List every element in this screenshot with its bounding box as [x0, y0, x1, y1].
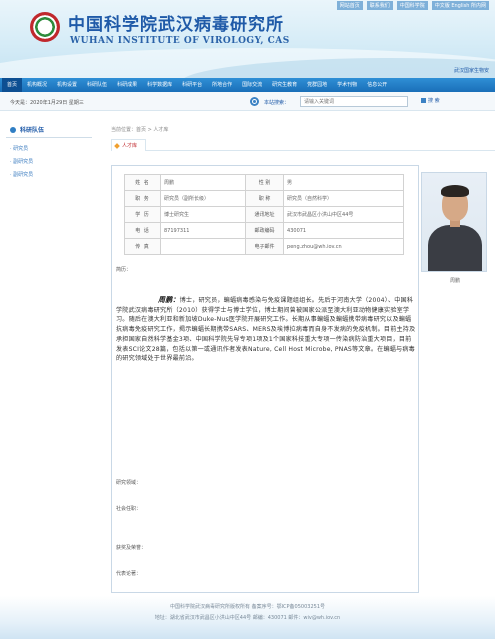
tab-strip: 人才库	[111, 139, 495, 151]
search-button[interactable]: 搜 索	[421, 96, 443, 107]
label-position: 职 务	[124, 190, 161, 207]
footer-address: 地址：湖北省武汉市武昌区小洪山中区44号 邮编：430071 邮件：wiv@wh…	[154, 615, 341, 621]
label-gender: 性 别	[245, 174, 285, 191]
top-link-cas[interactable]: 中国科学院	[396, 1, 428, 10]
table-row: 姓 名 周鹏 性 别 男	[124, 174, 404, 191]
photo-caption: 周鹏	[450, 278, 461, 284]
top-link-contact[interactable]: 联系我们	[366, 1, 393, 10]
site-footer: 中国科学院武汉病毒研究所版权所有 备案序号：鄂ICP备05003251号 地址：…	[0, 596, 495, 639]
main-nav: 首页 机构概况 机构设置 科研队伍 科研成果 科学数据库 科研平台 所地合作 国…	[0, 78, 495, 92]
site-header: 网站首页 联系我们 中国科学院 中文版 English 所内网 中国科学院武汉病…	[0, 0, 495, 78]
sidebar-list: · 研究员 · 副研究员 · 副研究员	[6, 142, 92, 181]
profile-table: 姓 名 周鹏 性 别 男 职 务 研究员（副所长级） 职 称 研究员（自然科学）…	[124, 174, 404, 255]
sidebar: 科研队伍 · 研究员 · 副研究员 · 副研究员	[6, 122, 92, 181]
section-social-positions: 社会任职：	[116, 506, 142, 512]
label-phone: 电 话	[124, 222, 161, 239]
nav-item-education[interactable]: 研究生教育	[267, 78, 302, 92]
value-fax	[159, 238, 247, 255]
nav-item-international[interactable]: 国际交流	[237, 78, 267, 92]
section-resume: 简历：	[116, 267, 132, 273]
search-input[interactable]	[300, 96, 408, 107]
nav-item-database[interactable]: 科学数据库	[142, 78, 177, 92]
value-name: 周鹏	[159, 174, 247, 191]
biosafety-link[interactable]: 武汉国家生物安	[454, 67, 489, 74]
nav-item-journals[interactable]: 学术刊物	[332, 78, 362, 92]
photo-hair	[441, 185, 469, 197]
bullet-icon	[10, 126, 16, 133]
value-education: 博士研究生	[159, 206, 247, 223]
section-research-field: 研究领域：	[116, 480, 142, 486]
sidebar-item-associate-researcher[interactable]: · 副研究员	[6, 155, 92, 168]
profile-photo	[421, 172, 487, 272]
label-education: 学 历	[124, 206, 161, 223]
institute-logo[interactable]	[30, 12, 60, 42]
section-awards: 获奖及荣誉：	[116, 545, 147, 551]
nav-item-structure[interactable]: 机构设置	[52, 78, 82, 92]
sidebar-item-researcher[interactable]: · 研究员	[6, 142, 92, 155]
value-address: 武汉市武昌区小洪山中区44号	[283, 206, 404, 223]
bio-name: 周鹏：	[158, 296, 180, 304]
search-icon	[250, 97, 259, 106]
nav-item-cooperation[interactable]: 所地合作	[207, 78, 237, 92]
search-label: 本站搜索：	[264, 100, 290, 106]
site-title-en: WUHAN INSTITUTE OF VIROLOGY, CAS	[70, 36, 290, 46]
nav-item-platform[interactable]: 科研平台	[177, 78, 207, 92]
current-date: 今天是：2020年1月29日 星期三	[10, 100, 84, 106]
nav-item-about[interactable]: 机构概况	[22, 78, 52, 92]
value-postcode: 430071	[283, 222, 404, 239]
biography-text: 周鹏：博士，研究员，蝙蝠病毒感染与免疫课题组组长。先后于河南大学（2004）、中…	[116, 296, 416, 364]
table-row: 学 历 博士研究生 通讯地址 武汉市武昌区小洪山中区44号	[124, 206, 404, 223]
value-title: 研究员（自然科学）	[283, 190, 404, 207]
photo-shirt	[428, 225, 482, 271]
profile-content: 姓 名 周鹏 性 别 男 职 务 研究员（副所长级） 职 称 研究员（自然科学）…	[111, 165, 419, 593]
footer-copyright: 中国科学院武汉病毒研究所版权所有 备案序号：鄂ICP备05003251号	[169, 604, 326, 610]
tab-talent-pool[interactable]: 人才库	[111, 139, 147, 151]
nav-item-party[interactable]: 党群园地	[302, 78, 332, 92]
nav-item-results[interactable]: 科研成果	[112, 78, 142, 92]
value-email[interactable]: peng.zhou@wh.iov.cn	[283, 238, 404, 255]
value-gender: 男	[283, 174, 404, 191]
nav-item-team[interactable]: 科研队伍	[82, 78, 112, 92]
value-phone: 87197311	[159, 222, 247, 239]
label-address: 通讯地址	[245, 206, 285, 223]
sidebar-title: 科研队伍	[6, 122, 92, 138]
bio-body: 博士，研究员，蝙蝠病毒感染与免疫课题组组长。先后于河南大学（2004）、中国科学…	[116, 297, 416, 363]
top-links: 网站首页 联系我们 中国科学院 中文版 English 所内网	[336, 1, 489, 10]
breadcrumb: 当前位置：首页 > 人才库	[111, 127, 169, 133]
nav-item-home[interactable]: 首页	[2, 78, 23, 92]
table-row: 职 务 研究员（副所长级） 职 称 研究员（自然科学）	[124, 190, 404, 207]
label-email: 电子邮件	[245, 238, 285, 255]
table-row: 传 真 电子邮件 peng.zhou@wh.iov.cn	[124, 238, 404, 255]
top-link-lang[interactable]: 中文版 English 所内网	[431, 1, 489, 10]
top-link-home[interactable]: 网站首页	[336, 1, 363, 10]
label-title: 职 称	[245, 190, 285, 207]
label-fax: 传 真	[124, 238, 161, 255]
sidebar-title-text: 科研队伍	[20, 127, 45, 134]
table-row: 电 话 87197311 邮政编码 430071	[124, 222, 404, 239]
label-postcode: 邮政编码	[245, 222, 285, 239]
section-publications: 代表论著：	[116, 571, 142, 577]
label-name: 姓 名	[124, 174, 161, 191]
nav-item-disclosure[interactable]: 信息公开	[362, 78, 392, 92]
sidebar-item-associate-researcher-2[interactable]: · 副研究员	[6, 168, 92, 181]
site-title-cn: 中国科学院武汉病毒研究所	[68, 15, 284, 35]
value-position: 研究员（副所长级）	[159, 190, 247, 207]
date-search-bar: 今天是：2020年1月29日 星期三 本站搜索： 搜 索	[0, 92, 495, 111]
